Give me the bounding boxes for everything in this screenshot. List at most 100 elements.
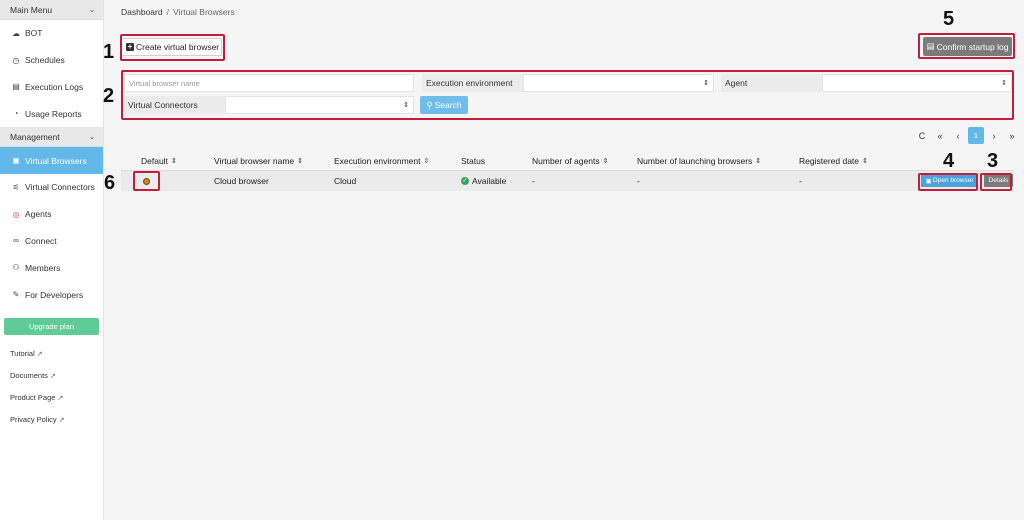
clock-icon: ◷ — [12, 55, 20, 65]
breadcrumb-current: Virtual Browsers — [172, 7, 235, 17]
file-icon: ▤ — [12, 82, 20, 92]
column-execution-environment[interactable]: Execution environment ⇕ — [334, 152, 429, 170]
external-link-icon: ↗ — [49, 372, 56, 380]
annotation-number-1: 1 — [103, 41, 115, 63]
cell-name: Cloud browser — [214, 176, 269, 186]
sidebar-item-label: Usage Reports — [25, 108, 82, 119]
column-label: Execution environment — [334, 156, 421, 166]
external-link-icon: ↗ — [57, 394, 64, 402]
external-link-icon: ↗ — [36, 350, 43, 358]
browser-icon: ▣ — [925, 177, 932, 185]
check-circle-icon: ✓ — [461, 177, 469, 185]
sidebar-item-members[interactable]: ⚇ Members — [0, 254, 103, 281]
cell-env: Cloud — [334, 176, 357, 186]
upgrade-plan-button[interactable]: Upgrade plan — [4, 317, 99, 335]
main-menu-label: Main Menu — [10, 4, 53, 15]
sort-icon: ⇕ — [170, 158, 177, 165]
open-browser-label: Open browser — [932, 177, 974, 184]
management-label: Management — [10, 131, 60, 142]
pagination: C « ‹ 1 › » — [912, 127, 1020, 144]
first-page-button[interactable]: « — [932, 127, 948, 144]
wrench-icon: ✎ — [12, 290, 20, 300]
chevron-down-icon: ⌄ — [89, 133, 95, 141]
filter-panel: Virtual browser name Execution environme… — [124, 74, 1012, 116]
column-number-of-agents[interactable]: Number of agents ⇕ — [532, 152, 608, 170]
column-default[interactable]: Default ⇕ — [141, 152, 177, 170]
breadcrumb: Dashboard / Virtual Browsers — [121, 7, 235, 17]
documents-link[interactable]: Documents ↗ — [0, 365, 103, 387]
status-label: Available — [472, 176, 507, 186]
chevron-down-icon: ⌄ — [89, 6, 95, 14]
page-number-button[interactable]: 1 — [968, 127, 984, 144]
execution-environment-select[interactable]: ⇕ — [523, 74, 714, 92]
create-virtual-browser-button[interactable]: + Create virtual browser — [121, 38, 222, 56]
sidebar-item-virtual-connectors[interactable]: ⚟ Virtual Connectors — [0, 174, 103, 201]
column-label: Default — [141, 156, 168, 166]
breadcrumb-separator: / — [166, 7, 169, 17]
sidebar-item-bot[interactable]: ☁ BOT — [0, 20, 103, 47]
virtual-connectors-select[interactable]: ⇕ — [225, 96, 414, 114]
virtual-browser-name-input[interactable]: Virtual browser name — [124, 74, 414, 92]
confirm-startup-log-button[interactable]: ▤ Confirm startup log — [923, 37, 1012, 56]
confirm-label: Confirm startup log — [936, 41, 1009, 52]
next-page-button[interactable]: › — [986, 127, 1002, 144]
privacy-policy-link[interactable]: Privacy Policy ↗ — [0, 409, 103, 431]
default-radio[interactable] — [143, 171, 150, 191]
column-label: Status — [461, 156, 486, 166]
search-button[interactable]: ⚲ Search — [420, 96, 468, 114]
agent-label: Agent — [721, 74, 822, 92]
annotation-number-2: 2 — [103, 85, 115, 107]
sort-icon: ⇕ — [755, 158, 762, 165]
annotation-number-4: 4 — [943, 150, 955, 172]
management-header[interactable]: Management ⌄ — [0, 127, 103, 148]
sort-icon: ⇕ — [423, 158, 430, 165]
sidebar-item-label: Members — [25, 262, 61, 273]
column-number-of-launching-browsers[interactable]: Number of launching browsers ⇕ — [637, 152, 761, 170]
last-page-button[interactable]: » — [1004, 127, 1020, 144]
cloud-icon: ☁ — [12, 28, 20, 38]
product-page-link[interactable]: Product Page ↗ — [0, 387, 103, 409]
sidebar-item-usage-reports[interactable]: ◔ Usage Reports — [0, 100, 103, 127]
connector-icon: ⚟ — [12, 182, 20, 192]
refresh-icon[interactable]: C — [914, 127, 930, 144]
sidebar-item-schedules[interactable]: ◷ Schedules — [0, 47, 103, 74]
annotation-number-3: 3 — [987, 150, 999, 172]
sort-icon: ⇕ — [297, 158, 304, 165]
sort-icon: ⇕ — [602, 158, 609, 165]
sidebar-item-for-developers[interactable]: ✎ For Developers — [0, 281, 103, 308]
annotation-number-6: 6 — [104, 172, 116, 194]
column-virtual-browser-name[interactable]: Virtual browser name ⇕ — [214, 152, 303, 170]
main-content: Dashboard / Virtual Browsers + Create virt… — [104, 0, 1024, 520]
search-label: Search — [434, 100, 462, 110]
sidebar-item-label: Connect — [25, 235, 57, 246]
sidebar-item-label: Virtual Connectors — [25, 182, 95, 193]
tutorial-link[interactable]: Tutorial ↗ — [0, 343, 103, 365]
create-label: Create virtual browser — [136, 42, 220, 52]
sidebar-item-label: Agents — [25, 209, 52, 220]
cell-status: ✓ Available — [461, 171, 506, 191]
virtual-browsers-table: Default ⇕ Virtual browser name ⇕ Execution… — [121, 152, 1014, 191]
sidebar-item-virtual-browsers[interactable]: ▣ Virtual Browsers — [0, 147, 103, 174]
link-icon: ∞ — [13, 236, 19, 246]
search-icon: ⚲ — [426, 99, 433, 110]
agent-select[interactable]: ⇕ — [822, 74, 1012, 92]
sidebar-item-label: Schedules — [25, 55, 65, 66]
column-registered-date[interactable]: Registered date ⇕ — [799, 152, 868, 170]
execution-environment-label: Execution environment — [422, 74, 523, 92]
open-browser-button[interactable]: ▣ Open browser — [921, 174, 978, 187]
column-label: Number of launching browsers — [637, 156, 753, 166]
cell-registered: - — [799, 176, 802, 186]
virtual-connectors-label: Virtual Connectors — [124, 96, 225, 114]
radio-selected-icon — [143, 177, 150, 185]
sidebar-item-label: Virtual Browsers — [25, 155, 87, 166]
main-menu-header[interactable]: Main Menu ⌄ — [0, 0, 103, 20]
sidebar-item-connect[interactable]: ∞ Connect — [0, 228, 103, 255]
sidebar-item-agents[interactable]: ◎ Agents — [0, 201, 103, 228]
details-button[interactable]: Details — [984, 174, 1013, 187]
table-row: Cloud browser Cloud ✓ Available - - - ▣ Op… — [121, 171, 1014, 191]
sidebar-item-execution-logs[interactable]: ▤ Execution Logs — [0, 74, 103, 101]
breadcrumb-dashboard[interactable]: Dashboard — [121, 7, 163, 17]
prev-page-button[interactable]: ‹ — [950, 127, 966, 144]
users-icon: ⚇ — [12, 263, 20, 273]
cell-launching: - — [637, 176, 640, 186]
